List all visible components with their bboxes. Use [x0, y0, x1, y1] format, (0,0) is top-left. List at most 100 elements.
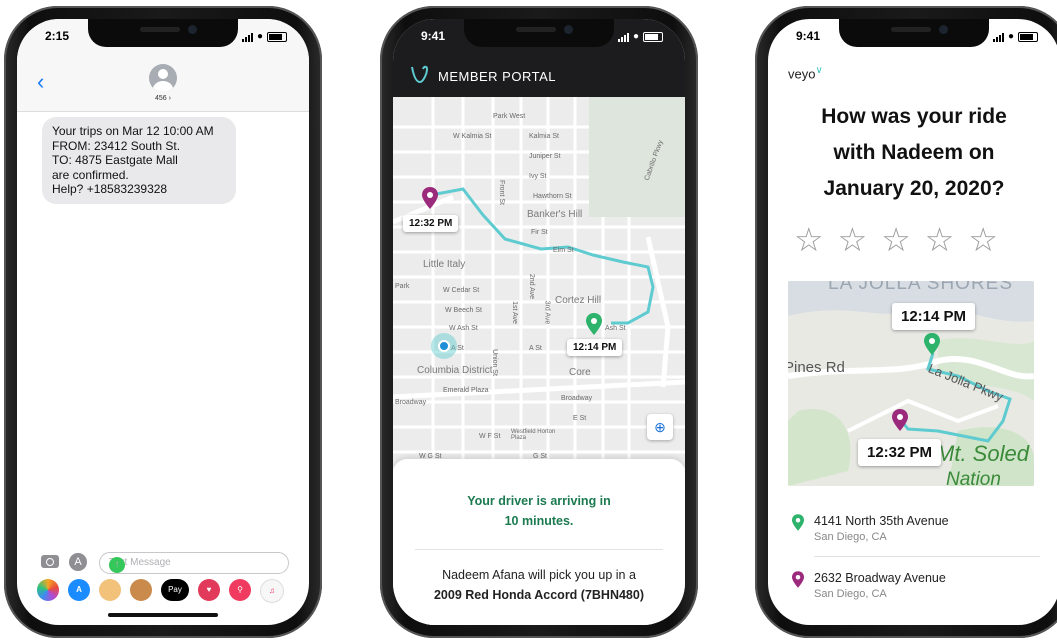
portal-title: MEMBER PORTAL: [438, 69, 556, 84]
map-label: Columbia District: [417, 365, 493, 376]
route-map[interactable]: Park West W Kalmia St Kalmia St Juniper …: [393, 97, 685, 467]
home-indicator: [108, 613, 218, 617]
map-label: Park: [395, 283, 410, 290]
current-location-icon: [431, 333, 457, 359]
map-label: W Beech St: [445, 307, 482, 314]
map-label: LA JOLLA SHORES: [828, 281, 1014, 294]
dropoff-time-tag: 12:14 PM: [892, 303, 976, 330]
recenter-location-icon[interactable]: ⊕: [647, 414, 673, 440]
star-icon[interactable]: ☆: [794, 223, 824, 256]
contact-name[interactable]: 456 ›: [17, 95, 309, 102]
map-label: Emerald Plaza: [443, 387, 489, 394]
music-icon[interactable]: ♫: [260, 579, 284, 603]
star-icon[interactable]: ☆: [925, 223, 955, 256]
text-message-input[interactable]: Text Message ↑: [99, 552, 289, 574]
purple-pin-icon: [792, 571, 804, 588]
apple-pay-icon[interactable]: Pay: [161, 579, 189, 601]
arrival-line: Your driver is arriving in: [467, 494, 611, 508]
map-label: Banker's Hill: [527, 209, 583, 220]
map-label: Broadway: [395, 399, 427, 406]
heart-icon[interactable]: ♥: [198, 579, 220, 601]
address-item: 4141 North 35th Avenue San Diego, CA: [792, 514, 949, 543]
driver-status-sheet: Your driver is arriving in 10 minutes. N…: [393, 459, 685, 625]
wifi-icon: ●: [1007, 31, 1014, 42]
map-label: Ash St: [605, 325, 626, 332]
message-line: Your trips on Mar 12 10:00 AM: [52, 124, 214, 138]
photos-icon[interactable]: [37, 579, 59, 601]
star-icon[interactable]: ☆: [968, 223, 998, 256]
message-line: Help? +18583239328: [52, 182, 168, 196]
veyo-logo: veyo∨: [788, 65, 823, 81]
vehicle-line: 2009 Red Honda Accord (7BHN480): [433, 588, 645, 602]
contact-avatar[interactable]: [149, 64, 177, 92]
pickup-line: Nadeem Afana will pick you up in a: [442, 568, 636, 582]
pickup-time-tag: 12:32 PM: [858, 439, 942, 466]
map-label: Union St: [490, 349, 498, 376]
star-rating: ☆ ☆ ☆ ☆ ☆: [794, 223, 998, 256]
ride-map[interactable]: LA JOLLA SHORES Pines Rd La Jolla Pkwy M…: [788, 281, 1034, 486]
message-line: TO: 4875 Eastgate Mall: [52, 153, 178, 167]
star-icon[interactable]: ☆: [838, 223, 868, 256]
map-label: A St: [529, 345, 542, 352]
map-label: 1st Ave: [510, 301, 518, 324]
map-label: Mt. Soled: [936, 441, 1029, 466]
rating-question: How was your ride with Nadeem on January…: [768, 99, 1057, 207]
map-label: Pines Rd: [788, 359, 845, 376]
divider: [415, 549, 663, 550]
wifi-icon: ●: [256, 31, 263, 42]
purple-pin-icon: [892, 409, 908, 431]
memoji-icon[interactable]: [99, 579, 121, 601]
map-label: Nation: [946, 469, 1001, 486]
question-line: How was your ride: [821, 105, 1007, 128]
status-bar: 2:15 ●: [17, 29, 309, 47]
map-label: Front St: [497, 180, 505, 205]
green-pin-icon: [924, 333, 940, 355]
map-label: Elm St: [553, 247, 574, 254]
map-label: Hawthorn St: [533, 193, 572, 200]
address-city: San Diego, CA: [814, 531, 887, 543]
map-label: Ivy St: [529, 173, 547, 180]
compose-row: A Text Message ↑: [17, 551, 309, 577]
map-label: 2nd Ave: [528, 273, 536, 300]
app-store-tray-icon[interactable]: A: [68, 579, 90, 601]
signal-icon: [241, 32, 253, 42]
map-label: Westfield Horton Plaza: [511, 429, 556, 441]
portal-screen: 9:41 ● MEMBER PORTAL Park West W Kalmia …: [393, 19, 685, 625]
portal-topbar: 9:41 ● MEMBER PORTAL: [393, 19, 685, 97]
app-store-icon[interactable]: A: [69, 553, 87, 571]
map-label: Park West: [493, 113, 526, 120]
star-icon[interactable]: ☆: [881, 223, 911, 256]
veyo-logo-icon[interactable]: [409, 64, 431, 86]
messages-screen: 2:15 ● ‹ 456 › Your trips on Mar 12 10:0…: [17, 19, 309, 625]
map-label: W F St: [479, 433, 501, 440]
pickup-time-tag: 12:32 PM: [403, 215, 459, 232]
battery-icon: [267, 31, 287, 42]
status-time: 9:41: [421, 29, 446, 43]
search-images-icon[interactable]: ⚲: [229, 579, 251, 601]
map-label: W Kalmia St: [453, 133, 492, 140]
rating-screen: 9:41 ● veyo∨ How was your ride with Nade…: [768, 19, 1057, 625]
phone-ride-rating: 9:41 ● veyo∨ How was your ride with Nade…: [755, 6, 1057, 638]
send-arrow-icon[interactable]: ↑: [109, 557, 125, 573]
battery-icon: [643, 31, 663, 42]
message-line: are confirmed.: [52, 167, 129, 182]
app-tray: A Pay ♥ ⚲ ♫: [17, 579, 309, 605]
pickup-details: Nadeem Afana will pick you up in a 2009 …: [393, 565, 685, 605]
message-line: FROM: 23412 South St.: [52, 138, 181, 153]
map-label: Kalmia St: [529, 133, 559, 140]
map-label: Cortez Hill: [555, 295, 602, 306]
map-label: W Ash St: [449, 325, 478, 332]
back-chevron-icon[interactable]: ‹: [37, 69, 44, 95]
green-pin-icon: [792, 514, 804, 531]
status-time: 2:15: [45, 29, 70, 43]
question-line: with Nadeem on: [833, 141, 995, 164]
pickup-pin-icon: [422, 187, 438, 209]
address-city: San Diego, CA: [814, 588, 887, 600]
map-label: Core: [569, 367, 591, 378]
camera-icon[interactable]: [41, 555, 59, 568]
address-item: 2632 Broadway Avenue San Diego, CA: [792, 571, 946, 600]
monkey-icon[interactable]: [130, 579, 152, 601]
status-time: 9:41: [796, 29, 821, 43]
phone-messages: 2:15 ● ‹ 456 › Your trips on Mar 12 10:0…: [4, 6, 322, 638]
signal-icon: [992, 32, 1004, 42]
